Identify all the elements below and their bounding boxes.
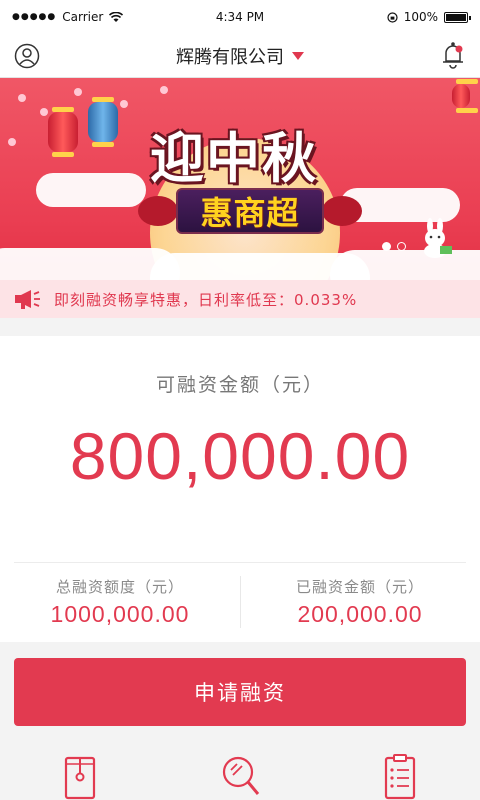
megaphone-icon [15,290,40,309]
total-credit-stat: 总融资额度（元） 1000,000.00 [0,576,240,628]
lantern-icon [452,79,478,113]
banner-pager[interactable] [382,242,406,251]
blossom-icon [40,108,48,116]
chevron-down-icon [292,51,304,60]
cloud-icon [330,250,480,280]
used-amount-label: 已融资金额（元） [295,578,424,596]
page-title: 辉腾有限公司 [176,46,284,68]
total-credit-label: 总融资额度（元） [55,578,184,596]
status-time: 4:34 PM [215,10,265,24]
bell-icon[interactable] [440,41,466,69]
bottom-icon-row [0,744,480,800]
status-bar: ●●●●● Carrier 4:34 PM 100% [0,0,480,34]
banner-subtitle: 惠商超 [200,194,300,232]
promo-banner[interactable]: 迎中秋 惠商超 [0,78,480,280]
finance-card: 可融资金额（元） 800,000.00 总融资额度（元） 1000,000.00… [0,336,480,642]
blossom-icon [8,138,16,146]
used-amount-stat: 已融资金额（元） 200,000.00 [240,576,480,628]
company-selector[interactable]: 辉腾有限公司 [176,43,304,69]
cloud-ornament-icon [138,196,178,226]
banner-subtitle-plate: 惠商超 [176,188,324,234]
banner-title: 迎中秋 [150,126,318,190]
notice-text: 即刻融资畅享特惠，日利率低至：0.033% [54,290,358,309]
cloud-ornament-icon [322,196,362,226]
battery-icon [444,11,471,23]
user-icon[interactable] [14,43,40,69]
lantern-icon [88,97,118,147]
blossom-icon [160,86,168,94]
blossom-icon [74,88,82,96]
cloud-icon [36,173,146,207]
pager-dot[interactable] [382,242,391,251]
list-icon[interactable] [378,752,422,800]
blossom-icon [18,94,26,102]
total-credit-value: 1000,000.00 [50,601,190,627]
divider [14,562,466,563]
pager-dot[interactable] [397,242,406,251]
blossom-icon [120,100,128,108]
contract-icon[interactable] [58,752,102,800]
search-icon[interactable] [218,752,262,800]
rabbit-icon [424,218,452,258]
nav-bar: 辉腾有限公司 [0,34,480,78]
lantern-icon [48,107,78,157]
available-amount-label: 可融资金额（元） [155,374,324,396]
notice-bar[interactable]: 即刻融资畅享特惠，日利率低至：0.033% [0,280,480,318]
available-amount-value: 800,000.00 [69,419,411,493]
used-amount-value: 200,000.00 [297,601,423,627]
apply-financing-button[interactable]: 申请融资 [14,658,466,726]
